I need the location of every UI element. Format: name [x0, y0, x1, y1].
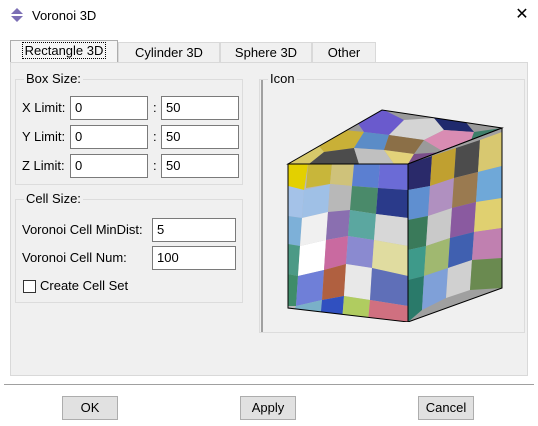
z-limit-min-input[interactable]: 0 [70, 154, 148, 178]
z-limit-separator: : [153, 158, 157, 173]
cell-size-group: Cell Size: Voronoi Cell MinDist: 5 Voron… [15, 192, 243, 303]
apply-button[interactable]: Apply [240, 396, 296, 420]
footer-divider [4, 384, 534, 385]
y-limit-label: Y Limit: [22, 129, 66, 144]
tab-rectangle-3d[interactable]: Rectangle 3D [10, 40, 118, 63]
min-dist-input[interactable]: 5 [152, 218, 236, 242]
cell-num-label: Voronoi Cell Num: [22, 250, 127, 265]
y-limit-max-input[interactable]: 50 [161, 125, 239, 149]
icon-group-title: Icon [268, 71, 297, 86]
tab-panel: Box Size: X Limit: 0 : 50 Y Limit: 0 : 5… [10, 62, 528, 376]
cell-size-title: Cell Size: [24, 191, 83, 206]
z-limit-max-input[interactable]: 50 [161, 154, 239, 178]
tab-cylinder-3d[interactable]: Cylinder 3D [118, 42, 220, 62]
window-title: Voronoi 3D [32, 8, 97, 23]
x-limit-separator: : [153, 100, 157, 115]
close-button[interactable]: ✕ [512, 5, 532, 25]
box-size-group: Box Size: X Limit: 0 : 50 Y Limit: 0 : 5… [15, 72, 243, 185]
x-limit-max-input[interactable]: 50 [161, 96, 239, 120]
cancel-button[interactable]: Cancel [418, 396, 474, 420]
x-limit-label: X Limit: [22, 100, 66, 115]
tab-sphere-3d[interactable]: Sphere 3D [220, 42, 312, 62]
box-size-title: Box Size: [24, 71, 83, 86]
icon-group: Icon [259, 72, 525, 333]
y-limit-min-input[interactable]: 0 [70, 125, 148, 149]
min-dist-label: Voronoi Cell MinDist: [22, 222, 143, 237]
close-icon: ✕ [515, 6, 529, 23]
create-cell-set-checkbox[interactable] [23, 280, 36, 293]
x-limit-min-input[interactable]: 0 [70, 96, 148, 120]
tab-other[interactable]: Other [312, 42, 376, 62]
y-limit-separator: : [153, 129, 157, 144]
cell-num-input[interactable]: 100 [152, 246, 236, 270]
tab-bar: Rectangle 3D Cylinder 3D Sphere 3D Other [10, 40, 530, 63]
ok-button[interactable]: OK [62, 396, 118, 420]
z-limit-label: Z Limit: [22, 158, 65, 173]
create-cell-set-label[interactable]: Create Cell Set [40, 278, 128, 294]
voronoi-cube-image [286, 109, 504, 322]
app-icon [10, 8, 24, 22]
